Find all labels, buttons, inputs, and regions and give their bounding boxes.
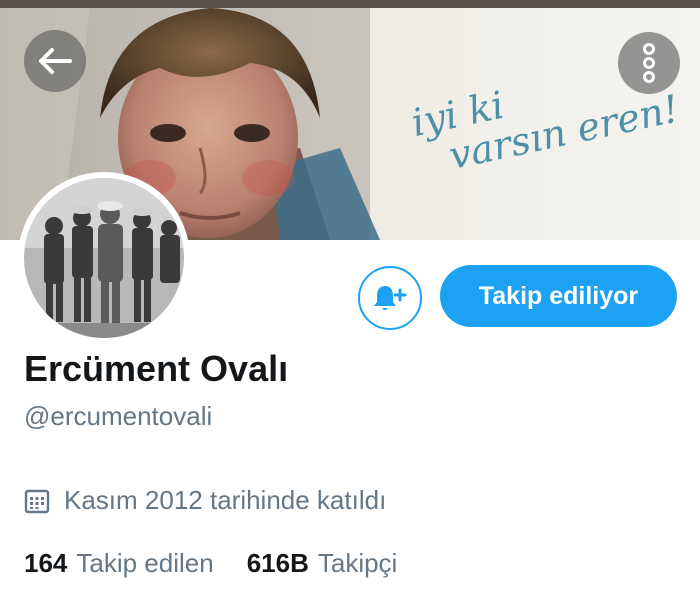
- joined-date: Kasım 2012 tarihinde katıldı: [24, 485, 386, 516]
- avatar-photo: [24, 178, 184, 338]
- vertical-dots-icon: [643, 43, 655, 83]
- back-button[interactable]: [24, 30, 86, 92]
- profile-stats: 164 Takip edilen 616B Takipçi: [24, 548, 397, 579]
- top-status-strip: [0, 0, 700, 8]
- bell-plus-icon: [374, 286, 407, 310]
- followers-stat[interactable]: 616B Takipçi: [247, 548, 398, 579]
- followers-count: 616B: [246, 548, 309, 578]
- following-button[interactable]: Takip ediliyor: [440, 265, 677, 327]
- avatar[interactable]: [18, 172, 190, 344]
- arrow-left-icon: [39, 48, 72, 74]
- more-options-button[interactable]: [618, 32, 680, 94]
- notify-button[interactable]: [358, 266, 422, 330]
- following-count: 164: [24, 548, 68, 578]
- calendar-icon: [24, 488, 50, 514]
- following-label: Takip edilen: [76, 548, 214, 578]
- joined-date-text: Kasım 2012 tarihinde katıldı: [64, 485, 387, 515]
- followers-label: Takipçi: [317, 548, 398, 578]
- profile-name: Ercüment Ovalı: [24, 348, 289, 389]
- following-stat[interactable]: 164 Takip edilen: [24, 548, 214, 579]
- following-button-label: Takip ediliyor: [478, 281, 639, 310]
- profile-handle: @ercumentovali: [24, 401, 213, 431]
